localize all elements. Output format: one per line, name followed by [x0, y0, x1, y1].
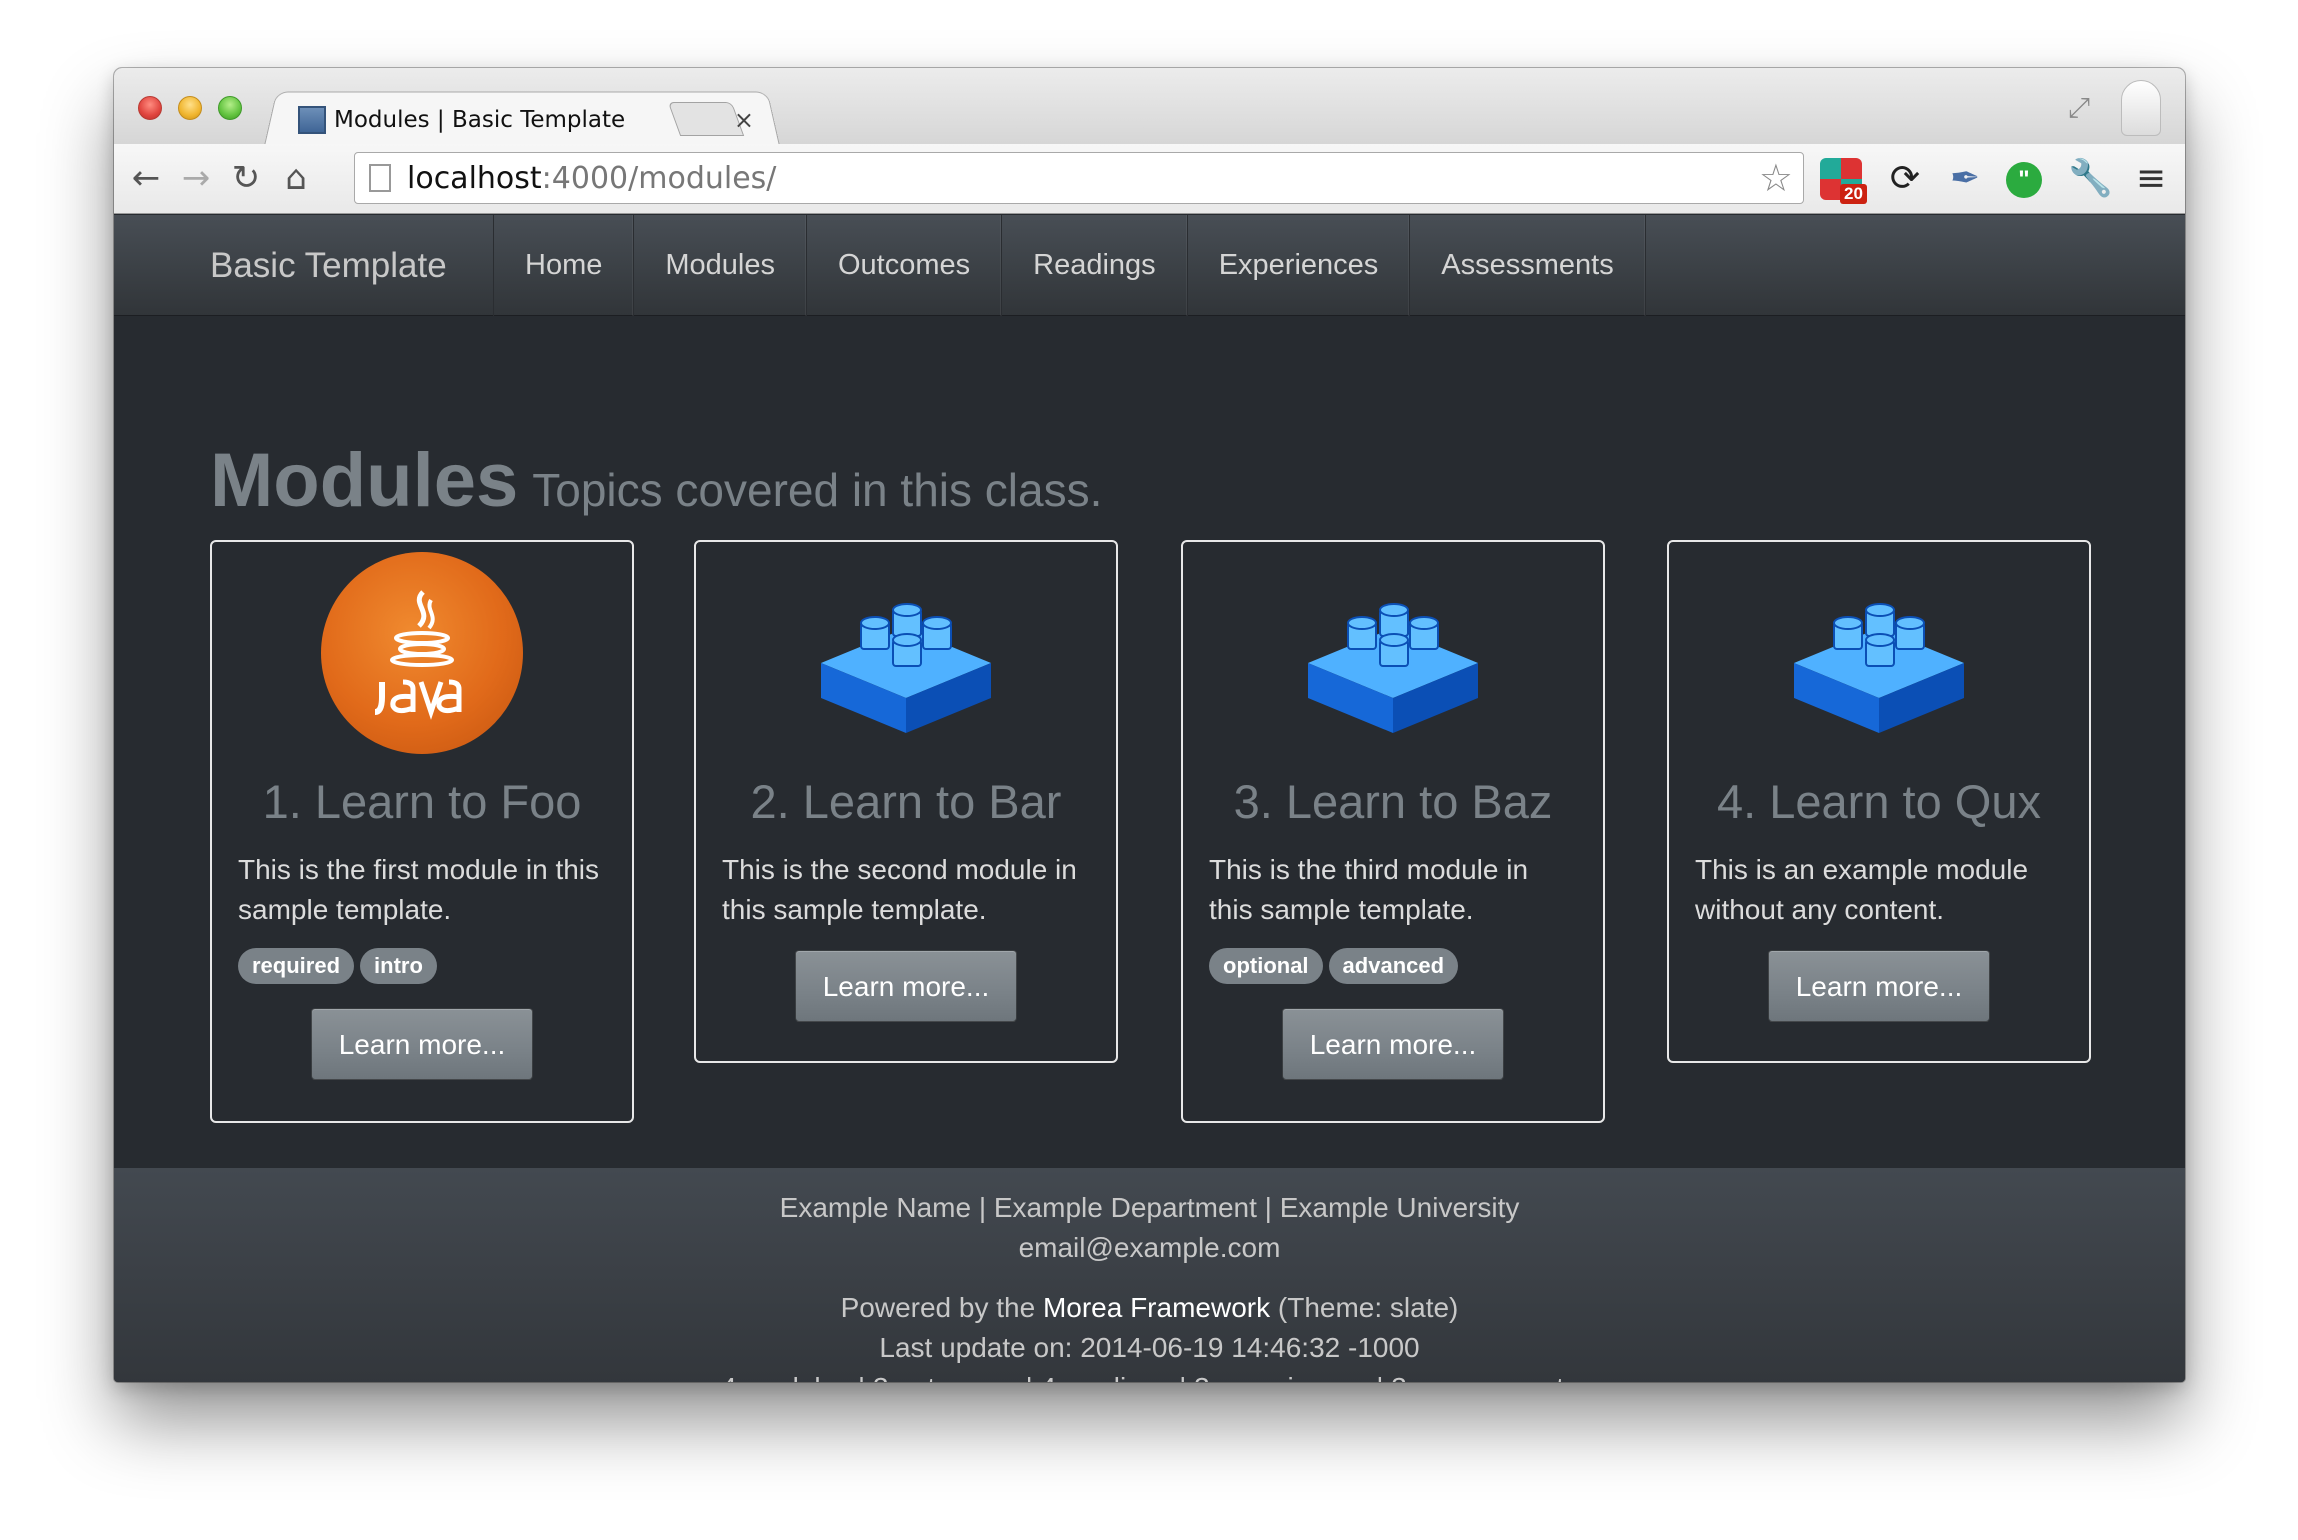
back-icon[interactable]: ←: [124, 156, 168, 200]
footer-counts: 4 modules | 3 outcomes | 4 readings | 3 …: [114, 1368, 2185, 1382]
fullscreen-icon[interactable]: ⤢: [2063, 92, 2095, 124]
label-badge: advanced: [1328, 948, 1459, 984]
nav-item-outcomes[interactable]: Outcomes: [807, 215, 1003, 316]
page-title: Modules Topics covered in this class.: [210, 437, 1102, 524]
module-image: [1669, 542, 2089, 754]
close-window-button[interactable]: [138, 96, 162, 120]
nav-item-assessments[interactable]: Assessments: [1410, 215, 1646, 316]
browser-window: Modules | Basic Template × ⤢ ← → ↻ ⌂ loc…: [114, 68, 2185, 1382]
module-description: This is the second module in this sample…: [722, 854, 1077, 925]
learn-more-button[interactable]: Learn more...: [795, 950, 1017, 1022]
profile-avatar-icon[interactable]: [2121, 80, 2161, 136]
module-title[interactable]: 2. Learn to Bar: [696, 772, 1116, 832]
module-labels: optional advanced: [1183, 948, 1603, 988]
nav-menu: Home Modules Outcomes Readings Experienc…: [493, 215, 1646, 316]
lego-block-icon: [1794, 603, 1964, 733]
nav-item-readings[interactable]: Readings: [1002, 215, 1188, 316]
module-title[interactable]: 1. Learn to Foo: [212, 772, 632, 832]
module-card-1: 1. Learn to Foo This is the first module…: [210, 540, 634, 1123]
browser-toolbar: ← → ↻ ⌂ localhost:4000/modules/ ☆ 20 ⟳ ✒…: [114, 144, 2185, 214]
morea-framework-link[interactable]: Morea Framework: [1043, 1292, 1270, 1323]
java-logo-icon: [321, 552, 523, 754]
url-host: localhost: [407, 160, 542, 196]
tab-content: Modules | Basic Template ×: [292, 98, 762, 142]
footer-email[interactable]: email@example.com: [114, 1228, 2185, 1268]
label-badge: required: [238, 948, 355, 984]
learn-more-button[interactable]: Learn more...: [311, 1008, 533, 1080]
nav-item-modules[interactable]: Modules: [634, 215, 807, 316]
extension-badge: 20: [1840, 184, 1867, 204]
minimize-window-button[interactable]: [178, 96, 202, 120]
page-title-main: Modules: [210, 438, 519, 523]
module-image: [1183, 542, 1603, 754]
nav-item-experiences[interactable]: Experiences: [1188, 215, 1411, 316]
footer-gap: [114, 1268, 2185, 1288]
address-bar[interactable]: localhost:4000/modules/ ☆: [354, 152, 1804, 204]
footer-last-update: Last update on: 2014-06-19 14:46:32 -100…: [879, 1332, 1420, 1363]
nav-item-home[interactable]: Home: [494, 215, 635, 316]
menu-icon[interactable]: ≡: [2130, 158, 2172, 200]
module-description: This is the first module in this sample …: [238, 854, 600, 925]
module-image: [212, 542, 632, 754]
page-icon: [369, 164, 391, 192]
lego-block-icon: [821, 603, 991, 733]
site-footer: Example Name | Example Department | Exam…: [114, 1168, 2185, 1382]
page-content: Basic Template Home Modules Outcomes Rea…: [114, 215, 2185, 1382]
hangouts-icon[interactable]: ": [2006, 162, 2042, 198]
module-image: [696, 542, 1116, 754]
module-title[interactable]: 3. Learn to Baz: [1183, 772, 1603, 832]
module-card-2: 2. Learn to Bar This is the second modul…: [694, 540, 1118, 1063]
zoom-window-button[interactable]: [218, 96, 242, 120]
footer-powered-line: Powered by the Morea Framework (Theme: s…: [114, 1288, 2185, 1328]
powered-suffix: (Theme: slate): [1270, 1292, 1459, 1323]
module-title[interactable]: 4. Learn to Qux: [1669, 772, 2089, 832]
tab-bar: Modules | Basic Template × ⤢: [114, 68, 2185, 146]
learn-more-button[interactable]: Learn more...: [1768, 950, 1990, 1022]
module-card-4: 4. Learn to Qux This is an example modul…: [1667, 540, 2091, 1063]
eyedropper-icon[interactable]: ✒: [1944, 158, 1986, 200]
extension-sync-icon[interactable]: ⟳: [1884, 158, 1926, 200]
learn-more-button[interactable]: Learn more...: [1282, 1008, 1504, 1080]
wrench-icon[interactable]: 🔧: [2068, 158, 2113, 200]
footer-author-line: Example Name | Example Department | Exam…: [779, 1192, 1520, 1223]
tab-close-icon[interactable]: ×: [734, 106, 754, 134]
lego-block-icon: [1308, 603, 1478, 733]
site-navbar: Basic Template Home Modules Outcomes Rea…: [114, 215, 2185, 316]
module-card-3: 3. Learn to Baz This is the third module…: [1181, 540, 1605, 1123]
bookmark-star-icon[interactable]: ☆: [1759, 156, 1793, 200]
module-description: This is an example module without any co…: [1695, 854, 2029, 925]
navbar-brand[interactable]: Basic Template: [210, 215, 447, 316]
tab-title: Modules | Basic Template: [334, 107, 626, 133]
label-badge: optional: [1209, 948, 1323, 984]
forward-icon[interactable]: →: [174, 156, 218, 200]
module-description: This is the third module in this sample …: [1209, 854, 1529, 925]
reload-icon[interactable]: ↻: [224, 156, 268, 200]
url-path: :4000/modules/: [541, 160, 777, 196]
label-badge: intro: [360, 948, 437, 984]
home-icon[interactable]: ⌂: [274, 156, 318, 200]
favicon-icon: [298, 106, 326, 134]
url-text[interactable]: localhost:4000/modules/: [407, 161, 776, 196]
module-labels: required intro: [212, 948, 632, 988]
powered-prefix: Powered by the: [840, 1292, 1043, 1323]
page-subtitle: Topics covered in this class.: [532, 464, 1103, 516]
